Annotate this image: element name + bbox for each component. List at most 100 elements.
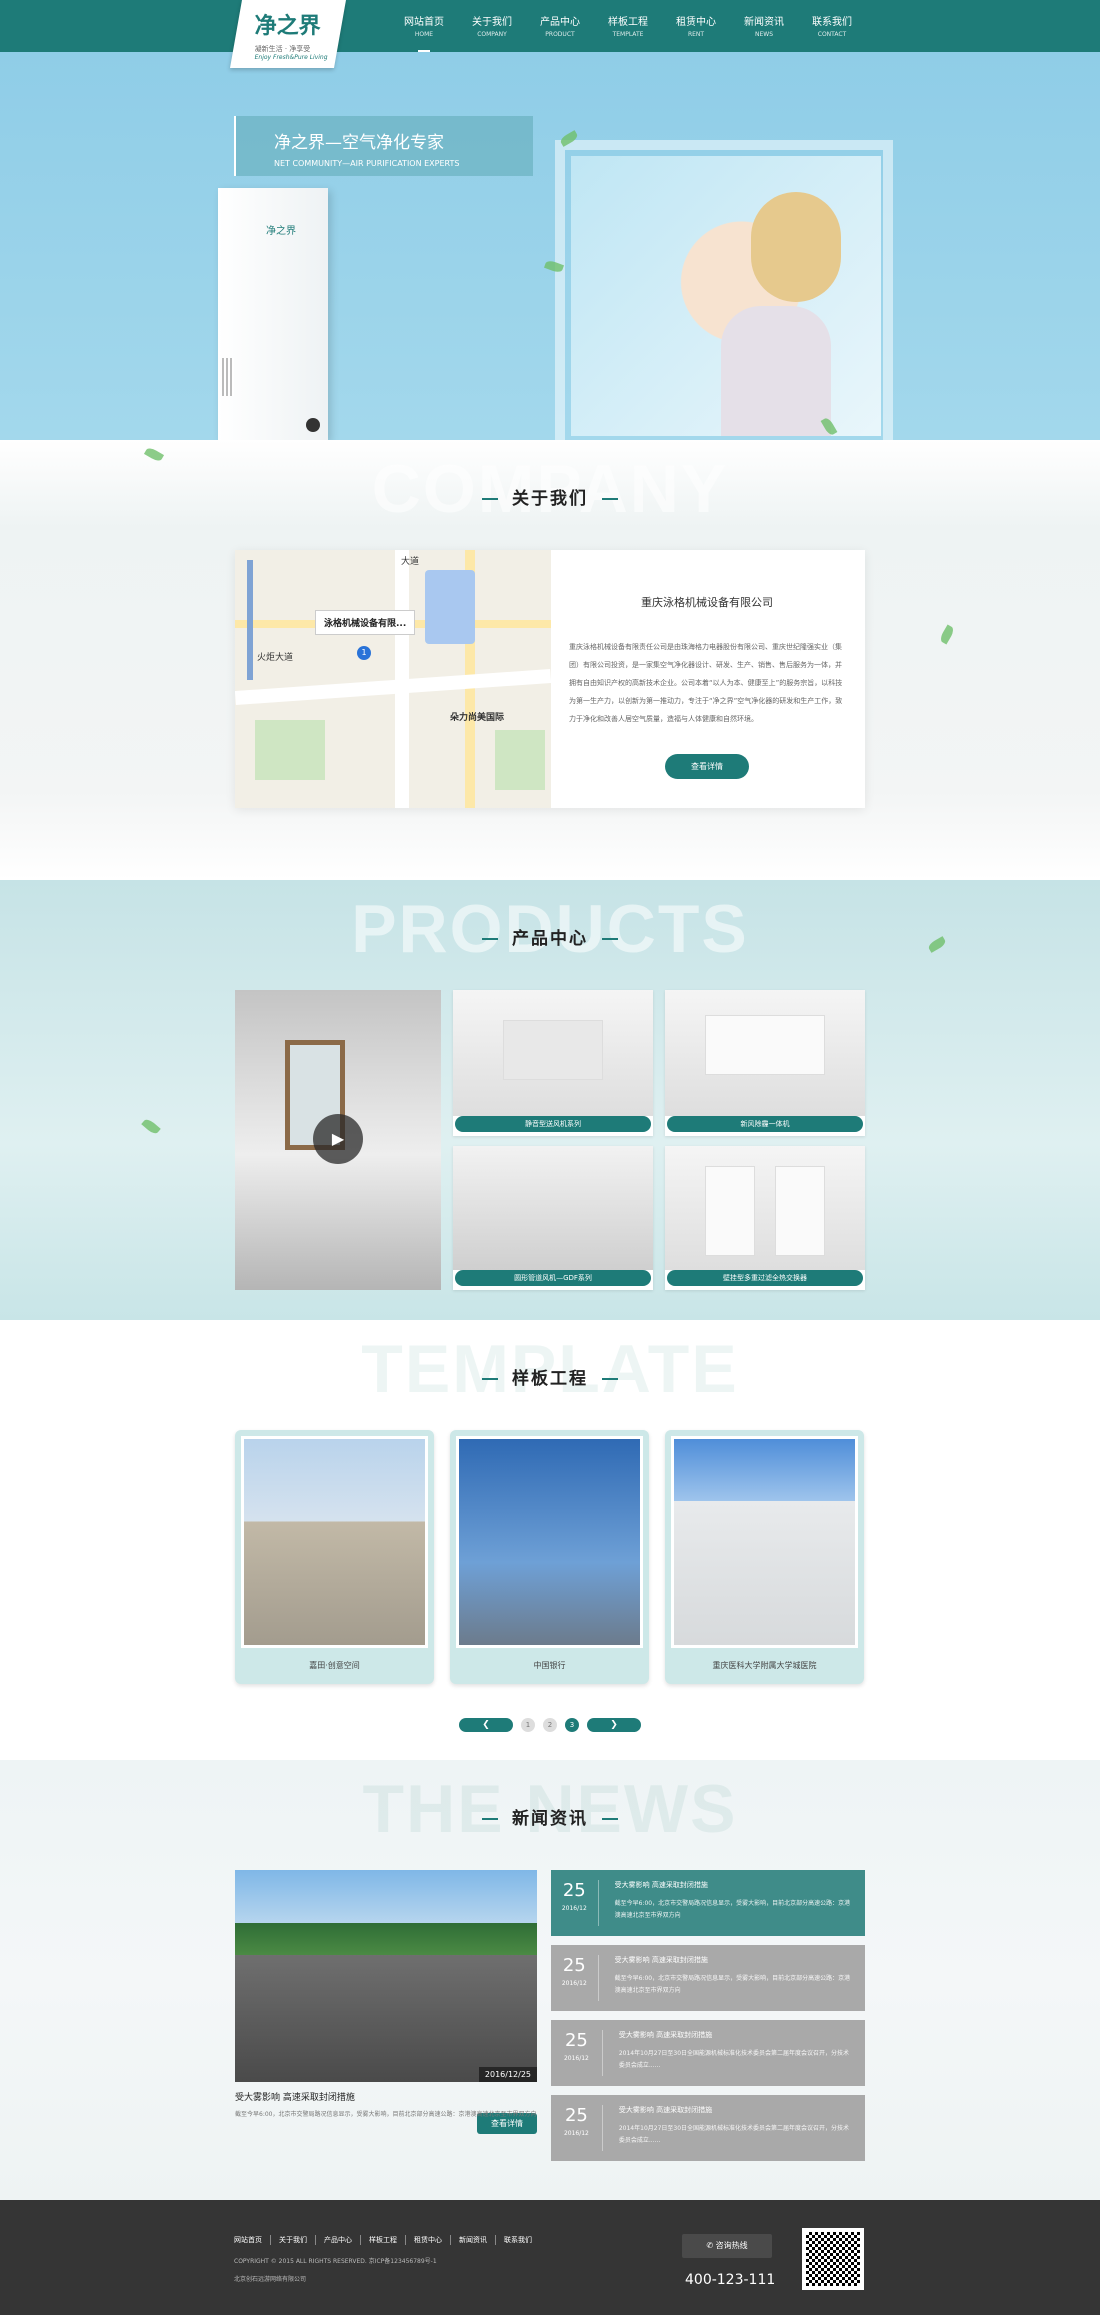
- news-item[interactable]: 25 2016/12 受大雾影响 高速采取封闭措施 截至今早6:00，北京市交警局路…: [551, 1945, 865, 2011]
- news-summary: 2014年10月27日至30日全国能源机械标准化技术委员会第二届年度会议召开，分…: [618, 2125, 850, 2144]
- product-image: [665, 1146, 865, 1270]
- page-number-active[interactable]: 3: [565, 1718, 579, 1732]
- hotline-badge: ✆ 咨询热线: [682, 2234, 772, 2258]
- template-image: [671, 1436, 858, 1648]
- template-cards: 嘉田·创意空间 中国银行 重庆医科大学附属大学城医院: [235, 1430, 865, 1684]
- footer-link[interactable]: 网站首页: [234, 2235, 271, 2245]
- section-header: PRODUCTS 产品中心: [0, 880, 1100, 990]
- footer-link[interactable]: 联系我们: [496, 2235, 540, 2245]
- nav-news[interactable]: 新闻资讯 NEWS: [730, 13, 798, 52]
- banner-title: 净之界—空气净化专家: [274, 133, 444, 153]
- next-arrow-icon[interactable]: ❯: [587, 1718, 641, 1732]
- map-pin-icon[interactable]: 1: [357, 646, 371, 660]
- product-caption: 圆形管道风机—GDF系列: [455, 1270, 651, 1286]
- qr-code: [802, 2228, 864, 2290]
- purifier-product-image: 净之界: [218, 188, 328, 440]
- news-month: 2016/12: [561, 1905, 587, 1912]
- section-title: 新闻资讯: [0, 1804, 1100, 1829]
- device-knob: [306, 418, 320, 432]
- page-number[interactable]: 1: [521, 1718, 535, 1732]
- section-title: 样板工程: [0, 1364, 1100, 1389]
- news-list: 25 2016/12 受大雾影响 高速采取封闭措施 截至今早6:00，北京市交警局路…: [551, 1870, 865, 2170]
- main-nav: 网站首页 HOME 关于我们 COMPANY 产品中心 PRODUCT 样板工程 TEM…: [390, 13, 866, 52]
- leaf-decoration: [141, 1117, 161, 1136]
- map-label: 大道: [401, 557, 420, 567]
- news-item[interactable]: 25 2016/12 受大雾影响 高速采取封闭措施 2014年10月27日至30日全…: [551, 2095, 865, 2161]
- template-caption: 中国银行: [533, 1661, 566, 1670]
- product-image: [453, 1146, 653, 1270]
- footer-link[interactable]: 租赁中心: [406, 2235, 451, 2245]
- map-popup: 泳格机械设备有限...: [315, 610, 416, 635]
- template-card[interactable]: 中国银行: [450, 1430, 649, 1684]
- news-month: 2016/12: [563, 2055, 589, 2062]
- product-image: [665, 990, 865, 1116]
- hero-banner: 净之界—空气净化专家 NET COMMUNITY—AIR PURIFICATIO…: [0, 52, 1100, 440]
- news-summary: 截至今早6:00，北京市交警局路况信息显示，受雾大影响，目前北京部分高速公路：京…: [614, 1900, 851, 1919]
- map-label: 火炬大道: [257, 653, 294, 663]
- logo-slogan-en: Enjoy Fresh&Pure Living: [254, 54, 328, 61]
- news-month: 2016/12: [563, 2130, 589, 2137]
- news-headline: 受大雾影响 高速采取封闭措施: [614, 1881, 708, 1889]
- location-map[interactable]: 泳格机械设备有限... 1 火炬大道 朵力尚美国际 大道: [235, 550, 551, 808]
- phone-icon: ✆: [706, 2241, 716, 2250]
- device-vent: [222, 358, 234, 396]
- company-name: 重庆泳格机械设备有限公司: [641, 596, 773, 609]
- footer-link[interactable]: 样板工程: [361, 2235, 406, 2245]
- nav-product[interactable]: 产品中心 PRODUCT: [526, 13, 594, 52]
- section-header: THE NEWS 新闻资讯: [0, 1760, 1100, 1870]
- about-section: COMPANY 关于我们 泳格机械设备有限... 1 火炬大道 朵力尚美国际 大…: [0, 440, 1100, 880]
- hotline-number: 400-123-111: [685, 2272, 776, 2288]
- footer-link[interactable]: 新闻资讯: [451, 2235, 496, 2245]
- news-feature-image[interactable]: 2016/12/25: [235, 1870, 537, 2082]
- about-text: 重庆泳格机械设备有限公司 重庆泳格机械设备有限责任公司是由珠海格力电器股份有限公…: [551, 550, 865, 808]
- news-day: 25: [564, 2030, 588, 2051]
- news-feature-headline[interactable]: 受大雾影响 高速采取封闭措施: [235, 2090, 537, 2103]
- template-pager: ❮ 1 2 3 ❯: [0, 1718, 1100, 1732]
- footer-copyright: COPYRIGHT © 2015 ALL RIGHTS RESERVED. 京I…: [234, 2253, 437, 2289]
- about-box: 泳格机械设备有限... 1 火炬大道 朵力尚美国际 大道 重庆泳格机械设备有限公…: [235, 550, 865, 808]
- product-card[interactable]: 新风除霾一体机: [665, 990, 865, 1136]
- about-detail-button[interactable]: 查看详情: [665, 754, 749, 779]
- footer-link[interactable]: 关于我们: [271, 2235, 316, 2245]
- banner-title-box: 净之界—空气净化专家 NET COMMUNITY—AIR PURIFICATIO…: [234, 116, 533, 176]
- nav-template[interactable]: 样板工程 TEMPLATE: [594, 13, 662, 52]
- device-brand: 净之界: [266, 226, 296, 237]
- section-header: TEMPLATE 样板工程: [0, 1320, 1100, 1430]
- products-section: PRODUCTS 产品中心 ▶ 静音型送风机系列 新风除霾一体机 圆形管道风机—…: [0, 880, 1100, 1320]
- product-caption: 新风除霾一体机: [667, 1116, 863, 1132]
- prev-arrow-icon[interactable]: ❮: [459, 1718, 513, 1732]
- news-summary: 2014年10月27日至30日全国能源机械标准化技术委员会第二届年度会议召开，分…: [618, 2050, 850, 2069]
- footer-link[interactable]: 产品中心: [316, 2235, 361, 2245]
- news-feature-summary: 截至今早6:00，北京市交警局路况信息显示，受雾大影响，目前北京部分高速公路：京…: [235, 2111, 537, 2118]
- page-number[interactable]: 2: [543, 1718, 557, 1732]
- news-headline: 受大雾影响 高速采取封闭措施: [618, 2106, 713, 2114]
- nav-contact[interactable]: 联系我们 CONTACT: [798, 13, 866, 52]
- template-card[interactable]: 重庆医科大学附属大学城医院: [665, 1430, 864, 1684]
- product-card[interactable]: 静音型送风机系列: [453, 990, 653, 1136]
- news-item[interactable]: 25 2016/12 受大雾影响 高速采取封闭措施 截至今早6:00，北京市交警局路…: [551, 1870, 865, 1936]
- logo[interactable]: 净之界 凝新生活 · 净享受 Enjoy Fresh&Pure Living: [230, 0, 346, 68]
- play-icon[interactable]: ▶: [313, 1114, 363, 1164]
- logo-slogan: 凝新生活 · 净享受: [254, 45, 311, 53]
- template-card[interactable]: 嘉田·创意空间: [235, 1430, 434, 1684]
- leaf-decoration: [938, 624, 956, 645]
- nav-home[interactable]: 网站首页 HOME: [390, 13, 458, 52]
- product-caption: 静音型送风机系列: [455, 1116, 651, 1132]
- map-zoom-control[interactable]: [247, 560, 253, 680]
- news-day: 25: [562, 1955, 586, 1976]
- news-feature: 2016/12/25 受大雾影响 高速采取封闭措施 截至今早6:00，北京市交警…: [235, 1870, 537, 2170]
- nav-rent[interactable]: 租赁中心 RENT: [662, 13, 730, 52]
- template-image: [241, 1436, 428, 1648]
- section-header: COMPANY 关于我们: [0, 440, 1100, 550]
- news-item[interactable]: 25 2016/12 受大雾影响 高速采取封闭措施 2014年10月27日至30日全…: [551, 2020, 865, 2086]
- news-month: 2016/12: [561, 1980, 587, 1987]
- product-video[interactable]: ▶: [235, 990, 441, 1290]
- template-caption: 嘉田·创意空间: [309, 1661, 360, 1670]
- site-header: 净之界 凝新生活 · 净享受 Enjoy Fresh&Pure Living 网…: [0, 0, 1100, 68]
- nav-company[interactable]: 关于我们 COMPANY: [458, 13, 526, 52]
- logo-mark: 净之界: [254, 13, 321, 39]
- product-card[interactable]: 圆形管道风机—GDF系列: [453, 1146, 653, 1290]
- product-card[interactable]: 壁挂型多重过滤全热交换器: [665, 1146, 865, 1290]
- section-title: 关于我们: [0, 484, 1100, 509]
- news-headline: 受大雾影响 高速采取封闭措施: [614, 1956, 708, 1964]
